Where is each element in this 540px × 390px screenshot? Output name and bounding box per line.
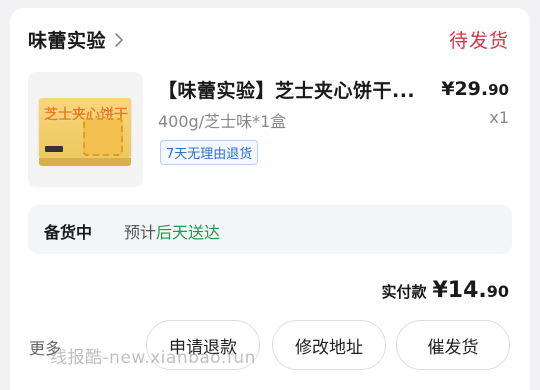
brand-mark: [45, 146, 63, 152]
paid-amount: ¥14.90: [432, 278, 509, 303]
paid-amount-cents: 90: [486, 282, 509, 301]
urge-shipping-button[interactable]: 催发货: [396, 320, 510, 370]
biscuit-graphic: [83, 118, 123, 156]
payment-summary: 实付款 ¥14.90: [381, 278, 509, 303]
shop-name[interactable]: 味蕾实验: [28, 26, 106, 53]
refund-button[interactable]: 申请退款: [146, 320, 260, 370]
order-card[interactable]: 味蕾实验 待发货 芝士夹心饼干 【味蕾实验】芝士夹心饼干... ¥29.90 4…: [10, 8, 530, 390]
stock-eta: 预计后天送达: [124, 219, 220, 243]
stock-eta-value: 后天送达: [156, 223, 221, 242]
product-price-cents: 90: [488, 81, 509, 99]
product-quantity: x1: [489, 108, 509, 127]
stock-label: 备货中: [44, 223, 93, 242]
paid-label: 实付款: [381, 283, 427, 301]
service-tag: 7天无理由退货: [160, 140, 259, 165]
chevron-right-icon: [115, 32, 123, 47]
product-box-side: [39, 158, 131, 166]
stock-eta-prefix: 预计: [124, 223, 157, 242]
product-spec: 400g/芝士味*1盒: [158, 112, 287, 131]
order-status: 待发货: [448, 30, 509, 52]
product-image[interactable]: 芝士夹心饼干: [28, 72, 143, 187]
shop-header[interactable]: 味蕾实验: [28, 26, 126, 53]
product-price: ¥29.90: [441, 78, 509, 100]
stock-status-box: 备货中 预计后天送达: [28, 205, 512, 254]
product-box-illustration: 芝士夹心饼干: [39, 98, 131, 158]
product-price-main: ¥29.: [441, 78, 489, 100]
change-address-button[interactable]: 修改地址: [272, 320, 386, 370]
paid-amount-main: ¥14.: [432, 278, 487, 303]
more-button[interactable]: 更多: [29, 335, 61, 359]
product-title[interactable]: 【味蕾实验】芝士夹心饼干...: [158, 76, 428, 103]
